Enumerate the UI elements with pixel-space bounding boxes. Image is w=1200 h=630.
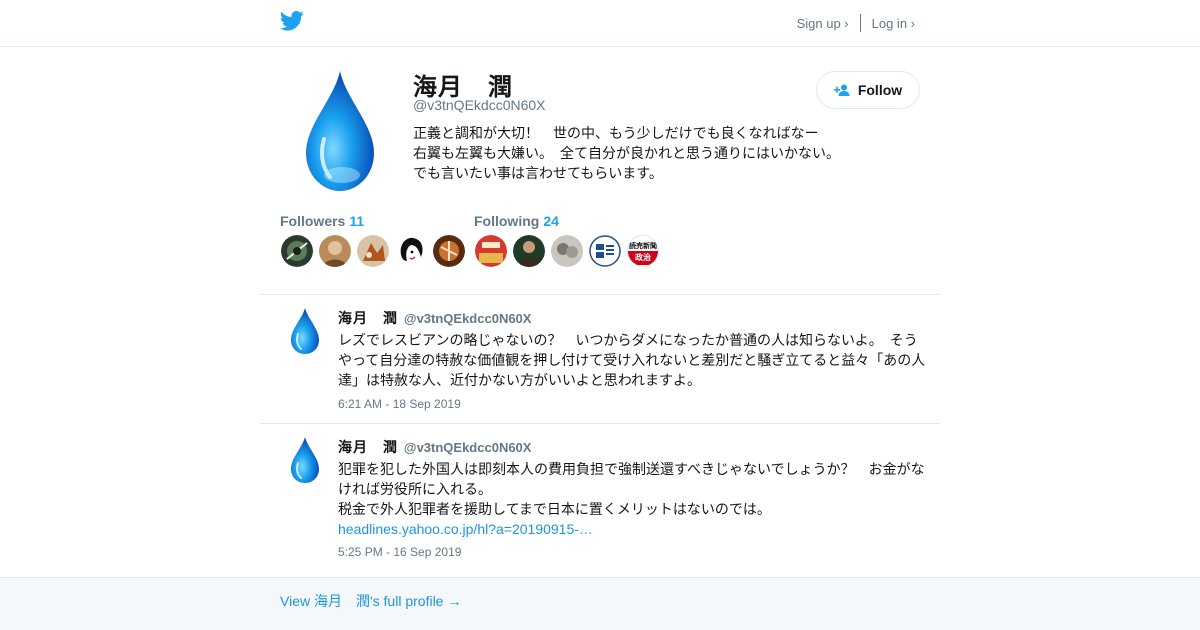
tweet-text: レズでレスビアンの略じゃないの？ いつからダメになったか普通の人は知らないよ。 … — [338, 332, 926, 388]
tweet-author-name[interactable]: 海月 潤 — [338, 310, 398, 326]
follower-avatar[interactable] — [357, 235, 389, 267]
tweet-text: 犯罪を犯した外国人は即刻本人の費用負担で強制送還すべきじゃないでしょうか？ お金… — [338, 459, 930, 539]
tweet-header: 海月 潤 @v3tnQEkdcc0N60X — [338, 437, 531, 457]
tweet-header: 海月 潤 @v3tnQEkdcc0N60X — [338, 308, 531, 328]
following-avatar[interactable] — [551, 235, 583, 267]
followers-label: Followers — [280, 213, 346, 229]
follower-avatar[interactable] — [433, 235, 465, 267]
following-avatar[interactable] — [589, 235, 621, 267]
tweet-list: 海月 潤 @v3tnQEkdcc0N60X レズでレスビアンの略じゃないの？ い… — [260, 294, 940, 577]
following-avatar[interactable] — [513, 235, 545, 267]
follow-label: Follow — [857, 82, 903, 98]
nav-divider — [859, 14, 861, 32]
followers-stat[interactable]: Followers 11 — [280, 213, 364, 229]
tweet-text-line: 税金で外人犯罪者を援助してまで日本に置くメリットはないのでは。 — [338, 501, 771, 517]
follower-avatar[interactable] — [395, 235, 427, 267]
follow-button[interactable]: Follow — [816, 71, 920, 109]
yomiuri-logo-text-top: 読売新聞 — [629, 243, 657, 250]
following-label: Following — [474, 213, 540, 229]
water-drop-avatar[interactable] — [288, 436, 322, 484]
tweet-timestamp[interactable]: 6:21 AM - 18 Sep 2019 — [338, 397, 461, 411]
followers-count: 11 — [349, 213, 365, 229]
add-user-icon — [833, 84, 850, 96]
follower-avatar[interactable] — [319, 235, 351, 267]
tweet-text-line: 犯罪を犯した外国人は即刻本人の費用負担で強制送還すべきじゃないでしょうか？ お金… — [338, 461, 925, 497]
footer: View 海月 潤's full profile → — [0, 577, 1200, 630]
following-count: 24 — [543, 213, 559, 229]
tweet-author-handle[interactable]: @v3tnQEkdcc0N60X — [404, 311, 532, 326]
tweet-author-name[interactable]: 海月 潤 — [338, 439, 398, 455]
profile-header: 海月 潤 @v3tnQEkdcc0N60X 正義と調和が大切！ 世の中、もう少し… — [280, 47, 920, 294]
login-link[interactable]: Log in › — [872, 16, 915, 31]
tweet-link[interactable]: headlines.yahoo.co.jp/hl?a=20190915-… — [338, 519, 930, 539]
tweet[interactable]: 海月 潤 @v3tnQEkdcc0N60X 犯罪を犯した外国人は即刻本人の費用負… — [260, 423, 940, 577]
follower-avatar[interactable] — [281, 235, 313, 267]
yomiuri-logo-text-bottom: 政治 — [628, 251, 658, 265]
followers-facepile — [281, 235, 465, 267]
profile-bio: 正義と調和が大切！ 世の中、もう少しだけでも良くなればなー 右翼も左翼も大嫌い。… — [413, 125, 847, 181]
tweet-author-handle[interactable]: @v3tnQEkdcc0N60X — [404, 440, 532, 455]
tweet-timestamp[interactable]: 5:25 PM - 16 Sep 2019 — [338, 545, 461, 559]
following-facepile: 読売新聞 政治 — [475, 235, 659, 267]
signup-link[interactable]: Sign up › — [797, 16, 849, 31]
profile-handle: @v3tnQEkdcc0N60X — [413, 97, 546, 113]
auth-nav: Sign up › Log in › — [797, 14, 915, 32]
following-stat[interactable]: Following 24 — [474, 213, 559, 229]
view-full-profile-link[interactable]: View 海月 潤's full profile → — [280, 591, 461, 611]
following-avatar[interactable]: 読売新聞 政治 — [627, 235, 659, 267]
twitter-bird-icon[interactable] — [280, 11, 304, 31]
following-avatar[interactable] — [475, 235, 507, 267]
tweet[interactable]: 海月 潤 @v3tnQEkdcc0N60X レズでレスビアンの略じゃないの？ い… — [260, 294, 940, 423]
water-drop-avatar[interactable] — [298, 69, 382, 193]
top-bar: Sign up › Log in › — [0, 0, 1200, 47]
water-drop-avatar[interactable] — [288, 307, 322, 355]
